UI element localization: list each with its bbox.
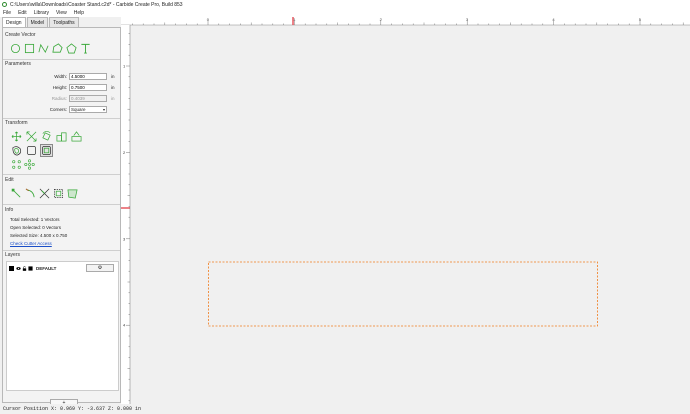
app-icon [2, 2, 7, 7]
node-edit-icon[interactable] [11, 188, 22, 199]
transform-tools-row1 [11, 131, 82, 142]
menu-file[interactable]: File [3, 10, 11, 16]
tab-toolpaths[interactable]: Toolpaths [49, 17, 79, 27]
gear-icon: ⚙ [97, 265, 103, 271]
status-bar: Cursor Position X: 0.969 Y: -3.637 Z: 0.… [0, 404, 690, 414]
rotate-icon[interactable] [41, 131, 52, 142]
sidebar: Design Model Toolpaths Create Vector Par… [2, 17, 121, 406]
design-panel: Create Vector Parameters Width: 4.5000 i… [2, 27, 121, 406]
vertical-ruler [121, 25, 130, 404]
circular-array-icon[interactable] [24, 159, 35, 170]
width-unit: in [111, 73, 115, 79]
edit-tools [11, 188, 78, 199]
menu-view[interactable]: View [56, 10, 67, 16]
divider [3, 118, 120, 119]
layer-name: DEFAULT [36, 266, 57, 271]
rectangle-icon[interactable] [24, 43, 35, 54]
tab-design[interactable]: Design [2, 17, 26, 27]
array-icon[interactable] [11, 159, 22, 170]
layer-color-swatch[interactable] [9, 266, 14, 271]
tab-model[interactable]: Model [26, 17, 49, 27]
window-title: C:\Users\willa\Downloads\Coaster Stand.c… [10, 1, 183, 8]
divider [3, 59, 120, 60]
width-label: Width: [54, 73, 67, 79]
align-icon[interactable] [56, 131, 67, 142]
boolean-icon[interactable] [53, 188, 64, 199]
radius-field [69, 94, 107, 102]
width-field[interactable] [69, 72, 107, 80]
eye-icon[interactable] [16, 266, 21, 271]
check-cutter-access-link[interactable]: Check Cutter Access [10, 241, 52, 246]
chevron-down-icon: ▾ [102, 106, 105, 112]
layers-title: Layers [5, 252, 21, 258]
transform-tools-row3 [11, 159, 35, 170]
menu-library[interactable]: Library [34, 10, 49, 16]
circle-icon[interactable] [10, 43, 21, 54]
corners-label: Corners: [49, 106, 67, 112]
move-icon[interactable] [11, 131, 22, 142]
corners-value: Square [71, 106, 86, 112]
canvas-background [121, 17, 690, 404]
text-icon[interactable] [80, 43, 91, 54]
rounded-square-icon[interactable] [26, 145, 37, 156]
tab-bar: Design Model Toolpaths [2, 17, 121, 27]
offset-icon[interactable] [11, 145, 22, 156]
trim-icon[interactable] [39, 188, 50, 199]
layer-settings-button[interactable]: ⚙ [86, 264, 114, 272]
selected-size: Selected Size: 4.500 x 0.750 [10, 233, 68, 238]
cursor-position: Cursor Position X: 0.969 Y: -3.637 Z: 0.… [3, 406, 142, 412]
design-canvas[interactable]: 012345 1234 [121, 17, 690, 404]
open-selected: Open Selected: 0 Vectors [10, 225, 62, 230]
polyline-icon[interactable] [38, 43, 49, 54]
divider [3, 250, 120, 251]
menu-help[interactable]: Help [74, 10, 84, 16]
radius-unit: in [111, 95, 115, 101]
pentagon-icon[interactable] [66, 43, 77, 54]
title-bar: C:\Users\willa\Downloads\Coaster Stand.c… [0, 0, 690, 9]
polygon-icon[interactable] [52, 43, 63, 54]
layers-list: DEFAULT ⚙ [6, 261, 119, 391]
mirror-icon[interactable] [71, 131, 82, 142]
height-unit: in [111, 84, 115, 90]
height-row: Height: in [3, 83, 120, 91]
edit-title: Edit [5, 177, 14, 183]
corners-row: Corners: Square ▾ [3, 105, 120, 113]
info-title: Info [5, 207, 14, 213]
divider [3, 174, 120, 175]
menu-bar: File Edit Library View Help [0, 9, 690, 17]
create-vector-title: Create Vector [5, 32, 36, 38]
menu-edit[interactable]: Edit [18, 10, 27, 16]
transform-title: Transform [5, 120, 28, 126]
lock-icon[interactable] [22, 266, 27, 271]
height-field[interactable] [69, 83, 107, 91]
create-vector-tools [10, 43, 91, 54]
height-label: Height: [52, 84, 67, 90]
scale-icon[interactable] [26, 131, 37, 142]
total-selected: Total Selected: 1 Vectors [10, 217, 60, 222]
layer-visibility-icon[interactable] [28, 266, 33, 271]
radius-label: Radius: [51, 95, 67, 101]
width-row: Width: in [3, 72, 120, 80]
canvas-svg[interactable]: 012345 1234 [121, 17, 690, 404]
radius-row: Radius: in [3, 94, 120, 102]
transform-tools-row2 [11, 144, 53, 157]
corners-select[interactable]: Square ▾ [69, 105, 107, 113]
knife-icon[interactable] [25, 188, 36, 199]
layer-row[interactable]: DEFAULT ⚙ [9, 264, 117, 272]
divider [3, 204, 120, 205]
join-icon[interactable] [67, 188, 78, 199]
fillet-icon[interactable] [40, 144, 53, 157]
parameters-title: Parameters [5, 61, 31, 67]
